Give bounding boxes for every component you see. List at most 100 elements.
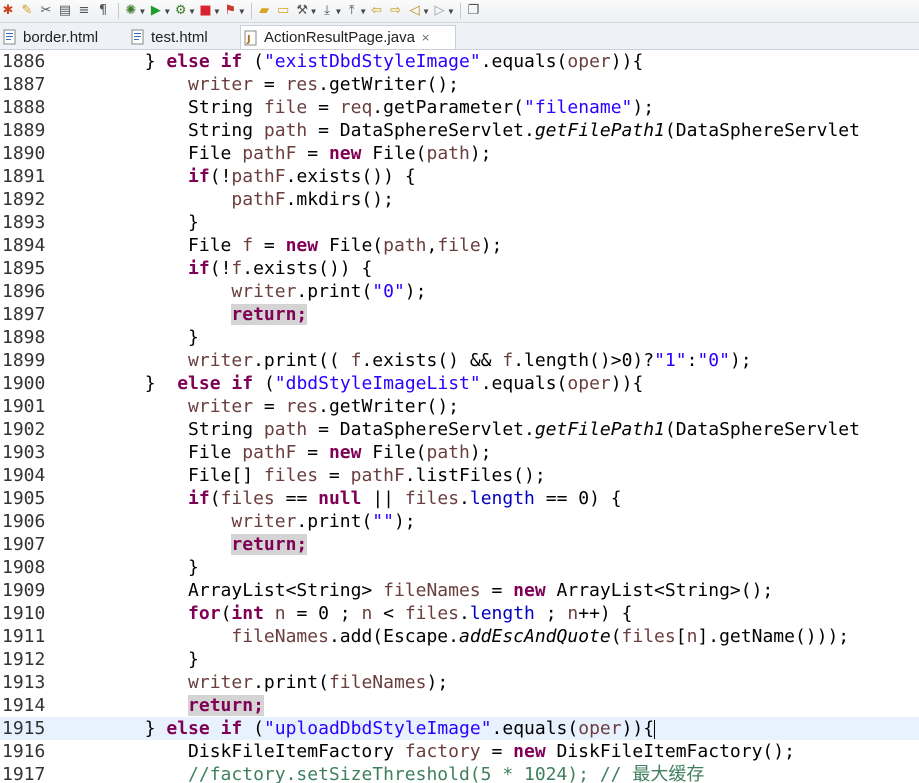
run-button[interactable]: ▶ ▼ — [148, 2, 170, 20]
code-line[interactable]: 1904 File[] files = pathF.listFiles(); — [0, 464, 919, 487]
highlighted-keyword: return; — [188, 695, 264, 716]
note-icon: ▤ — [58, 3, 72, 18]
tab-label: border.html — [23, 28, 99, 46]
variable: pathF — [350, 465, 405, 486]
line-number: 1907 — [2, 534, 46, 555]
stop-button[interactable]: ■ ▼ — [197, 2, 219, 20]
scissors-button[interactable]: ✂ — [38, 2, 54, 20]
code-line[interactable]: 1911 fileNames.add(Escape.addEscAndQuote… — [0, 625, 919, 648]
code-text: } — [58, 212, 199, 233]
string-literal: "dbdStyleImageList" — [274, 373, 481, 394]
code-line[interactable]: 1890 File pathF = new File(path); — [0, 142, 919, 165]
keyword: for — [188, 603, 221, 624]
back-button[interactable]: ⇦ — [369, 2, 385, 20]
dropdown-arrow-icon[interactable]: ▼ — [140, 7, 145, 16]
note-button[interactable]: ▤ — [57, 2, 73, 20]
tab-test-html[interactable]: test.html — [128, 25, 238, 49]
external-tools-button[interactable]: ⚙ ▼ — [173, 2, 195, 20]
code-text: return; — [58, 694, 264, 717]
code-line[interactable]: 1898 } — [0, 326, 919, 349]
code-line[interactable]: 1903 File pathF = new File(path); — [0, 441, 919, 464]
bug-button[interactable]: ✺ ▼ — [123, 2, 145, 20]
code-line[interactable]: 1889 String path = DataSphereServlet.get… — [0, 119, 919, 142]
string-literal: "0" — [372, 281, 405, 302]
code-line[interactable]: 1912 } — [0, 648, 919, 671]
code-line[interactable]: 1892 pathF.mkdirs(); — [0, 188, 919, 211]
list-button[interactable]: ≡ — [76, 2, 92, 20]
code-line[interactable]: 1899 writer.print(( f.exists() && f.leng… — [0, 349, 919, 372]
code-line[interactable]: 1888 String file = req.getParameter("fil… — [0, 96, 919, 119]
dropdown-arrow-icon[interactable]: ▼ — [190, 7, 195, 16]
tab-border-html[interactable]: border.html — [0, 25, 120, 49]
tab-label: ActionResultPage.java — [264, 29, 415, 46]
code-line[interactable]: 1901 writer = res.getWriter(); — [0, 395, 919, 418]
arrow-left-button[interactable]: ◁ ▼ — [407, 2, 429, 20]
line-number: 1903 — [2, 442, 46, 463]
dropdown-arrow-icon[interactable]: ▼ — [214, 7, 219, 16]
code-text: DiskFileItemFactory factory = new DiskFi… — [58, 741, 795, 762]
new-window-button[interactable]: ❐ — [465, 2, 481, 20]
dropdown-arrow-icon[interactable]: ▼ — [424, 7, 429, 16]
code-line[interactable]: 1893 } — [0, 211, 919, 234]
code-line[interactable]: 1910 for(int n = 0 ; n < files.length ; … — [0, 602, 919, 625]
line-number: 1912 — [2, 649, 46, 670]
open-folder-button[interactable]: ▰ — [256, 2, 272, 20]
code-line[interactable]: 1917 //factory.setSizeThreshold(5 * 1024… — [0, 763, 919, 783]
code-line[interactable]: 1915 } else if ("uploadDbdStyleImage".eq… — [0, 717, 919, 740]
tab-action-result-page-java[interactable]: J ActionResultPage.java × — [240, 25, 456, 49]
pencil-button[interactable]: ✎ — [19, 2, 35, 20]
keyword: if — [188, 166, 210, 187]
code-text: pathF.mkdirs(); — [231, 189, 394, 210]
code-line[interactable]: 1891 if(!pathF.exists()) { — [0, 165, 919, 188]
code-line[interactable]: 1894 File f = new File(path,file); — [0, 234, 919, 257]
code-line[interactable]: 1913 writer.print(fileNames); — [0, 671, 919, 694]
line-number: 1898 — [2, 327, 46, 348]
keyword: int — [231, 603, 264, 624]
dropdown-arrow-icon[interactable]: ▼ — [336, 7, 341, 16]
code-text: String path = DataSphereServlet.getFileP… — [58, 419, 860, 440]
line-number: 1899 — [2, 350, 46, 371]
code-text: writer = res.getWriter(); — [188, 396, 459, 417]
keyword: if — [220, 718, 243, 739]
paragraph-button[interactable]: ¶ — [95, 2, 111, 20]
code-line[interactable]: 1908 } — [0, 556, 919, 579]
code-line[interactable]: 1905 if(files == null || files.length ==… — [0, 487, 919, 510]
code-text: String file = req.getParameter("filename… — [58, 97, 655, 118]
close-tab-icon[interactable]: × — [421, 31, 430, 44]
build-button[interactable]: ⚑ ▼ — [222, 2, 244, 20]
stop-icon: ■ — [199, 3, 212, 18]
wrench-button[interactable]: ⚒ ▼ — [294, 2, 316, 20]
dropdown-arrow-icon[interactable]: ▼ — [448, 7, 453, 16]
dropdown-arrow-icon[interactable]: ▼ — [311, 7, 316, 16]
previous-annotation-button[interactable]: ⤒ ▼ — [344, 2, 366, 20]
variable: n — [686, 626, 698, 647]
forward-icon: ⇨ — [390, 3, 402, 18]
code-line[interactable]: 1914 return; — [0, 694, 919, 717]
code-line[interactable]: 1902 String path = DataSphereServlet.get… — [0, 418, 919, 441]
code-editor[interactable]: 1886 } else if ("existDbdStyleImage".equ… — [0, 50, 919, 783]
forward-button[interactable]: ⇨ — [388, 2, 404, 20]
code-line[interactable]: 1916 DiskFileItemFactory factory = new D… — [0, 740, 919, 763]
code-line[interactable]: 1909 ArrayList<String> fileNames = new A… — [0, 579, 919, 602]
dropdown-arrow-icon[interactable]: ▼ — [239, 7, 244, 16]
code-line[interactable]: 1886 } else if ("existDbdStyleImage".equ… — [0, 50, 919, 73]
arrow-right-button[interactable]: ▷ ▼ — [431, 2, 453, 20]
line-number: 1893 — [2, 212, 46, 233]
folder-button[interactable]: ▭ — [275, 2, 291, 20]
code-line[interactable]: 1906 writer.print(""); — [0, 510, 919, 533]
toolbar-separator — [251, 3, 253, 19]
keyword: else — [166, 718, 210, 739]
debug-button[interactable]: ✱ — [0, 2, 16, 20]
code-line[interactable]: 1900 } else if ("dbdStyleImageList".equa… — [0, 372, 919, 395]
next-annotation-button[interactable]: ⤓ ▼ — [319, 2, 341, 20]
dropdown-arrow-icon[interactable]: ▼ — [165, 7, 170, 16]
code-line[interactable]: 1887 writer = res.getWriter(); — [0, 73, 919, 96]
code-line[interactable]: 1897 return; — [0, 303, 919, 326]
dropdown-arrow-icon[interactable]: ▼ — [361, 7, 366, 16]
code-line[interactable]: 1907 return; — [0, 533, 919, 556]
folder-icon: ▭ — [276, 3, 290, 18]
code-line[interactable]: 1896 writer.print("0"); — [0, 280, 919, 303]
code-line[interactable]: 1895 if(!f.exists()) { — [0, 257, 919, 280]
toolbar-separator — [460, 3, 462, 19]
line-number: 1910 — [2, 603, 46, 624]
